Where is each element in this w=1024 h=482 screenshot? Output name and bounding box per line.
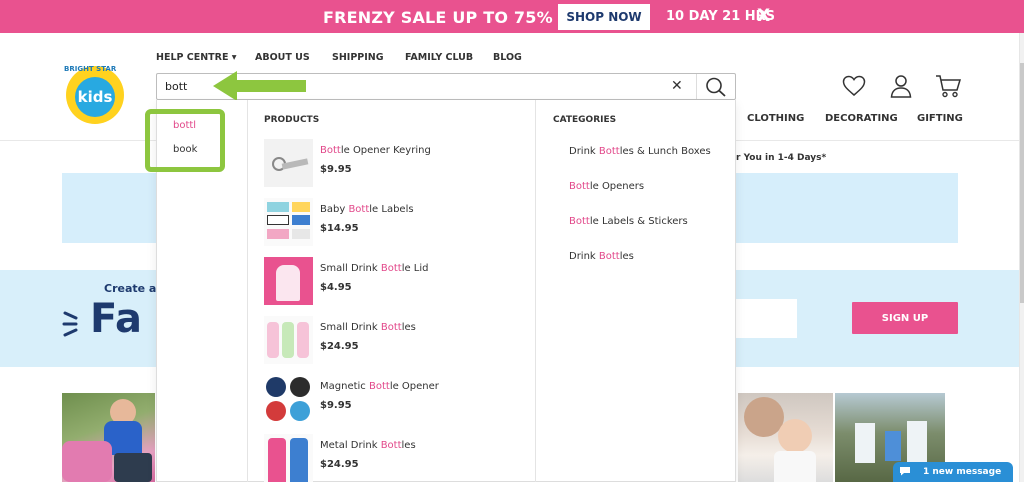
nav-blog[interactable]: BLOG [493, 52, 522, 63]
product-item[interactable]: Small Drink Bottle Lid $4.95 [264, 257, 524, 307]
logo-arc-text: BRIGHT STAR [64, 65, 117, 73]
products-heading: PRODUCTS [264, 115, 320, 125]
categories-heading: CATEGORIES [553, 115, 617, 125]
photo-dad-and-baby[interactable] [738, 393, 833, 482]
product-name: Small Drink Bottles [320, 322, 416, 333]
search-input[interactable] [165, 80, 465, 93]
product-item[interactable]: Magnetic Bottle Opener $9.95 [264, 375, 524, 425]
product-thumbnail [264, 198, 313, 246]
annotation-arrow-icon [213, 71, 306, 101]
cart-icon[interactable] [935, 74, 961, 98]
category-link[interactable]: Drink Bottles [569, 251, 634, 262]
category-link[interactable]: Bottle Openers [569, 181, 644, 192]
nav-help-centre[interactable]: HELP CENTRE ▾ [156, 52, 237, 63]
product-price: $24.95 [320, 459, 359, 470]
sign-up-button[interactable]: SIGN UP [852, 302, 958, 334]
nav-clothing[interactable]: CLOTHING [747, 113, 804, 124]
user-icon[interactable] [889, 74, 913, 98]
product-price: $24.95 [320, 341, 359, 352]
product-price: $4.95 [320, 282, 352, 293]
shop-now-button[interactable]: SHOP NOW [558, 4, 650, 30]
page-scrollbar[interactable] [1019, 33, 1024, 482]
nav-decorating[interactable]: DECORATING [825, 113, 898, 124]
product-price: $14.95 [320, 223, 359, 234]
search-icon[interactable] [705, 77, 727, 97]
category-link[interactable]: Bottle Labels & Stickers [569, 216, 688, 227]
category-link[interactable]: Drink Bottles & Lunch Boxes [569, 146, 711, 157]
photo-kid-backpack[interactable] [62, 393, 155, 482]
product-thumbnail [264, 434, 313, 482]
products-column: PRODUCTS Bottle Opener Keyring $9.95 Bab… [248, 100, 536, 482]
heart-icon[interactable] [842, 75, 866, 97]
product-name: Magnetic Bottle Opener [320, 381, 439, 392]
chat-widget-button[interactable]: 1 new message [893, 462, 1013, 482]
nav-gifting[interactable]: GIFTING [917, 113, 963, 124]
nav-about-us[interactable]: ABOUT US [255, 52, 310, 63]
product-name: Bottle Opener Keyring [320, 145, 431, 156]
nav-shipping[interactable]: SHIPPING [332, 52, 384, 63]
promo-close-button[interactable]: X [757, 6, 770, 26]
product-item[interactable]: Small Drink Bottles $24.95 [264, 316, 524, 366]
product-thumbnail [264, 257, 313, 305]
product-thumbnail [264, 316, 313, 364]
close-icon[interactable]: ✕ [671, 78, 683, 94]
annotation-highlight-box [145, 109, 225, 172]
promo-bar: FRENZY SALE UP TO 75% OFF SHOP NOW 10 DA… [0, 0, 1024, 33]
product-price: $9.95 [320, 400, 352, 411]
suggestion-list: bottl book [145, 100, 248, 482]
logo-wordmark: kids [75, 77, 115, 117]
search-divider [696, 74, 697, 99]
search-autocomplete-dropdown: bottl book PRODUCTS Bottle Opener Keyrin… [145, 100, 736, 482]
product-thumbnail [264, 375, 313, 423]
family-club-heading: Fa [90, 296, 142, 342]
promo-text: FRENZY SALE UP TO 75% OFF [323, 8, 595, 27]
chat-icon [900, 467, 910, 476]
product-thumbnail [264, 139, 313, 187]
product-name: Small Drink Bottle Lid [320, 263, 429, 274]
scrollbar-thumb[interactable] [1020, 63, 1024, 303]
brand-logo[interactable]: BRIGHT STAR kids [60, 63, 130, 125]
product-item[interactable]: Metal Drink Bottles $24.95 [264, 434, 524, 482]
product-name: Metal Drink Bottles [320, 440, 416, 451]
product-price: $9.95 [320, 164, 352, 175]
product-name: Baby Bottle Labels [320, 204, 414, 215]
delivery-banner-text: r You in 1-4 Days* [736, 153, 827, 163]
sparkle-icon [62, 311, 78, 337]
product-item[interactable]: Baby Bottle Labels $14.95 [264, 198, 524, 248]
product-item[interactable]: Bottle Opener Keyring $9.95 [264, 139, 524, 189]
nav-family-club[interactable]: FAMILY CLUB [405, 52, 473, 63]
